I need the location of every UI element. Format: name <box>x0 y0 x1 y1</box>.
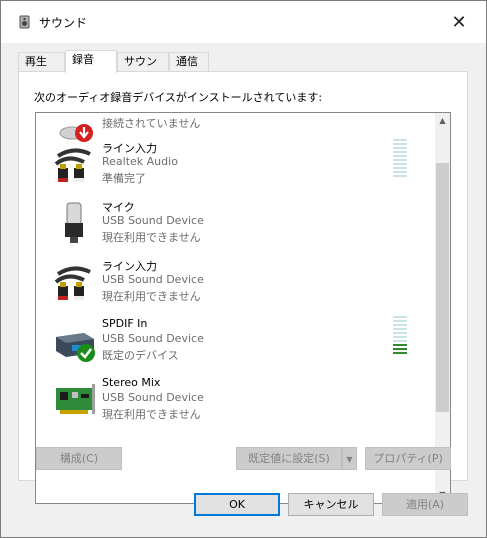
device-name: Stereo Mix <box>102 376 161 389</box>
meter-segment <box>393 332 407 334</box>
configure-button[interactable]: 構成(C) <box>36 447 122 470</box>
device-list[interactable]: 接続されていません ライン入力 Realtek Audio 準備完了 マイク U… <box>35 112 451 504</box>
sound-card-icon <box>56 384 95 414</box>
list-item[interactable]: マイク USB Sound Device 現在利用できません <box>36 197 432 256</box>
apply-button[interactable]: 適用(A) <box>382 493 468 516</box>
cancel-button[interactable]: キャンセル <box>288 493 374 516</box>
chevron-down-icon: ▼ <box>346 455 353 464</box>
device-driver: USB Sound Device <box>102 391 204 404</box>
device-driver: USB Sound Device <box>102 332 204 345</box>
device-name: SPDIF In <box>102 317 148 330</box>
device-driver: USB Sound Device <box>102 273 204 286</box>
meter-segment <box>393 151 407 153</box>
tab-label: 録音 <box>72 53 94 66</box>
tab-playback[interactable]: 再生 <box>18 52 65 71</box>
meter-segment <box>393 316 407 318</box>
scroll-up-icon[interactable]: ▲ <box>435 113 450 129</box>
tab-sounds[interactable]: サウンド <box>117 52 169 86</box>
meter-segment <box>393 352 407 354</box>
level-meter <box>393 316 407 360</box>
device-driver: Realtek Audio <box>102 155 178 168</box>
meter-segment <box>393 167 407 169</box>
speaker-icon <box>19 15 30 29</box>
device-name: ライン入力 <box>102 260 157 273</box>
list-item[interactable]: Stereo Mix USB Sound Device 現在利用できません <box>36 374 432 433</box>
device-status: 現在利用できません <box>102 290 201 303</box>
meter-segment <box>393 328 407 330</box>
instruction-text: 次のオーディオ録音デバイスがインストールされています: <box>34 91 323 104</box>
vertical-scrollbar[interactable]: ▲ ▼ <box>435 113 450 503</box>
meter-segment <box>393 163 407 165</box>
set-default-dropdown[interactable]: ▼ <box>342 447 357 470</box>
meter-segment <box>393 171 407 173</box>
meter-segment <box>393 175 407 177</box>
window-title: サウンド <box>39 16 88 30</box>
list-item[interactable]: ライン入力 USB Sound Device 現在利用できません <box>36 256 432 315</box>
properties-button[interactable]: プロパティ(P) <box>365 447 451 470</box>
meter-segment <box>393 147 407 149</box>
spdif-device-icon <box>56 333 95 362</box>
device-status: 接続されていません <box>102 117 201 130</box>
tab-communications[interactable]: 通信 <box>169 52 209 71</box>
meter-segment <box>393 324 407 326</box>
meter-segment <box>393 340 407 342</box>
tab-label: 再生 <box>25 55 47 68</box>
meter-segment <box>393 143 407 145</box>
scrollbar-thumb[interactable] <box>436 163 449 412</box>
rca-cable-icon <box>54 266 91 300</box>
device-name: ライン入力 <box>102 142 157 155</box>
title-bar: サウンド ✕ <box>1 1 486 43</box>
meter-segment <box>393 139 407 141</box>
device-status: 現在利用できません <box>102 231 201 244</box>
list-item[interactable]: SPDIF In USB Sound Device 既定のデバイス <box>36 315 432 374</box>
meter-segment <box>393 155 407 157</box>
device-status: 既定のデバイス <box>102 349 179 362</box>
list-item[interactable]: ライン入力 Realtek Audio 準備完了 <box>36 138 432 197</box>
device-driver: USB Sound Device <box>102 214 204 227</box>
meter-segment <box>393 344 407 346</box>
rca-cable-icon <box>54 148 91 182</box>
meter-segment <box>393 320 407 322</box>
ok-button[interactable]: OK <box>194 493 280 516</box>
tab-label: 通信 <box>176 55 198 68</box>
device-name: マイク <box>102 201 135 214</box>
device-status: 準備完了 <box>102 172 146 185</box>
tab-recording[interactable]: 録音 <box>65 50 117 73</box>
level-meter <box>393 139 407 183</box>
set-default-button[interactable]: 既定値に設定(S) <box>236 447 342 470</box>
meter-segment <box>393 348 407 350</box>
device-status: 現在利用できません <box>102 408 201 421</box>
recording-panel: 次のオーディオ録音デバイスがインストールされています: 接続されていません ライ… <box>18 71 468 504</box>
close-button[interactable]: ✕ <box>442 7 476 37</box>
sound-dialog: サウンド ✕ 再生 録音 サウンド 通信 次のオーディオ録音デバイスがインストー… <box>0 0 487 538</box>
microphone-icon <box>65 202 83 243</box>
close-icon: ✕ <box>451 11 467 33</box>
meter-segment <box>393 336 407 338</box>
meter-segment <box>393 159 407 161</box>
